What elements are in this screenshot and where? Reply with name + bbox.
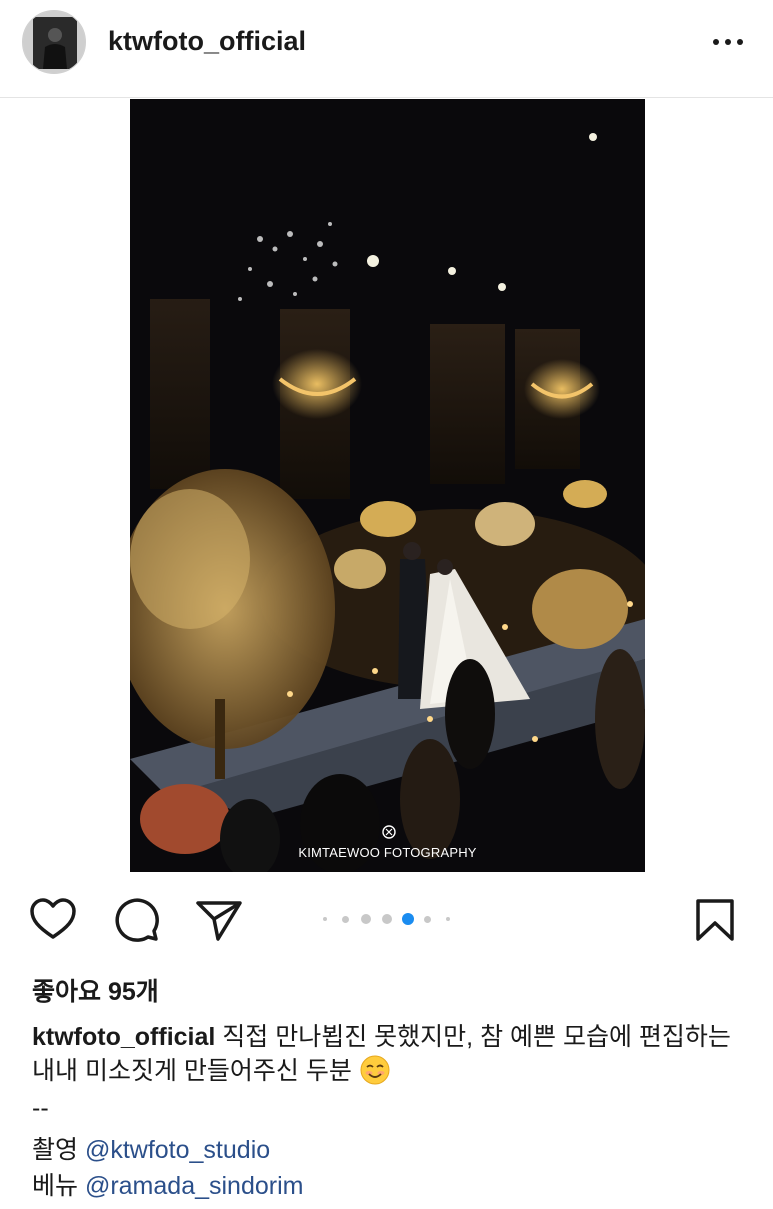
carousel-dot-active xyxy=(402,913,414,925)
carousel-dot xyxy=(424,916,431,923)
credit-photography: 촬영 @ktwfoto_studio xyxy=(32,1130,270,1166)
comment-icon xyxy=(115,898,159,942)
credit-label: 촬영 xyxy=(32,1136,85,1164)
carousel-dot xyxy=(342,916,349,923)
share-button[interactable] xyxy=(194,895,244,950)
more-options-button[interactable] xyxy=(708,26,748,56)
post-header: ktwfoto_official xyxy=(0,0,773,98)
like-count[interactable]: 좋아요 95개 xyxy=(32,972,159,1008)
credit-label: 베뉴 xyxy=(32,1172,85,1200)
watermark-logo-icon xyxy=(382,825,396,839)
post-username[interactable]: ktwfoto_official xyxy=(108,26,306,57)
share-icon xyxy=(196,901,242,941)
caption-separator: -- xyxy=(32,1094,49,1122)
bookmark-icon xyxy=(696,899,734,941)
avatar[interactable] xyxy=(22,10,86,74)
carousel-dot xyxy=(361,914,371,924)
credit-venue: 베뉴 @ramada_sindorim xyxy=(32,1166,303,1202)
smiling-face-icon xyxy=(360,1055,390,1085)
post-caption: ktwfoto_official 직접 만나뵙진 못했지만, 참 예쁜 모습에 … xyxy=(32,1020,747,1088)
heart-icon xyxy=(30,898,76,939)
carousel-dot xyxy=(323,917,327,921)
carousel-indicator xyxy=(320,912,460,926)
carousel-dot xyxy=(446,917,450,921)
carousel-dot xyxy=(382,914,392,924)
more-horizontal-icon xyxy=(713,39,743,45)
post-photo[interactable]: KIMTAEWOO FOTOGRAPHY xyxy=(130,99,645,872)
mention-link[interactable]: @ktwfoto_studio xyxy=(85,1136,270,1164)
comment-button[interactable] xyxy=(112,895,162,950)
like-button[interactable] xyxy=(28,895,78,950)
wedding-photo-image xyxy=(130,99,645,872)
mention-link[interactable]: @ramada_sindorim xyxy=(85,1172,304,1200)
save-button[interactable] xyxy=(692,895,738,950)
photo-watermark: KIMTAEWOO FOTOGRAPHY xyxy=(298,845,477,860)
caption-username[interactable]: ktwfoto_official xyxy=(32,1023,215,1051)
